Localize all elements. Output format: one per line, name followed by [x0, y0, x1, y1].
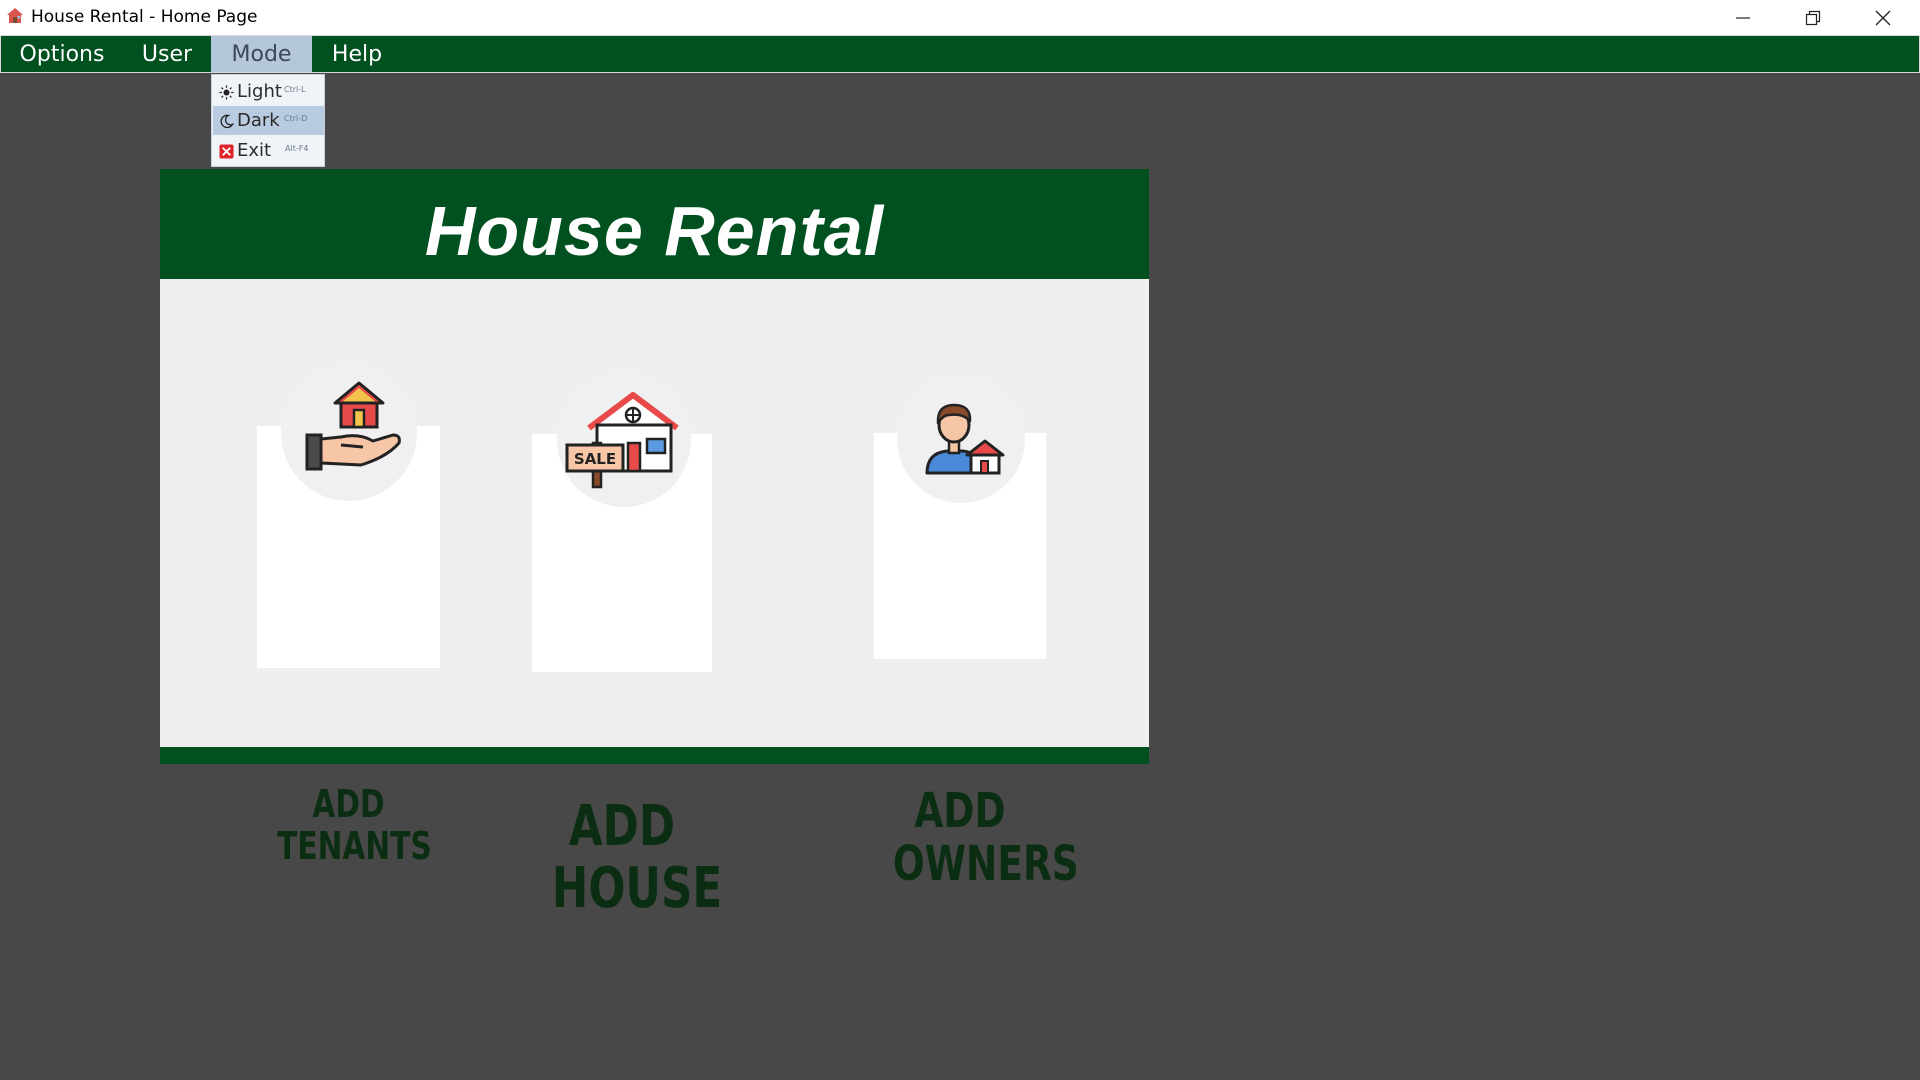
- close-window-button[interactable]: [1850, 0, 1916, 35]
- minimize-button[interactable]: [1710, 0, 1776, 35]
- add-house-label: ADD HOUSE: [551, 794, 723, 921]
- house-app-icon: [7, 8, 23, 23]
- add-house-icon-circle[interactable]: SALE: [557, 373, 691, 507]
- mode-dropdown-menu: Light Ctrl-L Dark Ctrl-D Exit Alt-F4: [211, 74, 325, 167]
- moon-icon: [220, 114, 234, 129]
- menu-item-dark-shortcut: Ctrl-D: [284, 114, 308, 123]
- restore-icon: [1805, 10, 1821, 25]
- home-panel: House Rental ADD TENANTS ADD HOUSE SALE …: [160, 169, 1149, 919]
- house-sale-icon: SALE: [565, 392, 679, 489]
- sun-icon: [219, 85, 234, 100]
- add-house-label-line2: HOUSE: [551, 855, 723, 921]
- add-tenants-icon-circle[interactable]: [281, 365, 417, 501]
- menu-item-light[interactable]: Light Ctrl-L: [213, 77, 324, 106]
- title-bar: House Rental - Home Page: [0, 0, 1920, 35]
- hand-house-icon: [305, 381, 401, 471]
- menu-item-exit-shortcut: Alt-F4: [285, 144, 309, 153]
- add-owners-icon-circle[interactable]: [897, 375, 1025, 503]
- menu-options[interactable]: Options: [1, 36, 123, 72]
- panel-footer: [160, 747, 1149, 764]
- window-title: House Rental - Home Page: [31, 7, 258, 27]
- add-owners-label-line1: ADD: [914, 783, 1006, 839]
- add-tenants-label-line2: TENANTS: [277, 823, 432, 868]
- menu-item-exit-label: Exit: [237, 140, 272, 161]
- menu-user[interactable]: User: [123, 36, 211, 72]
- menu-item-exit[interactable]: Exit Alt-F4: [213, 136, 324, 165]
- add-owners-label-line2: OWNERS: [892, 835, 1079, 892]
- menu-help[interactable]: Help: [312, 36, 402, 72]
- add-tenants-label: ADD TENANTS: [277, 782, 432, 868]
- close-icon: [1875, 10, 1891, 25]
- restore-button[interactable]: [1780, 0, 1846, 35]
- menu-item-light-shortcut: Ctrl-L: [284, 85, 306, 94]
- menu-item-light-label: Light: [237, 81, 282, 102]
- menu-mode[interactable]: Mode: [211, 36, 312, 72]
- menu-bar: Options User Mode Help: [0, 35, 1920, 73]
- close-red-icon: [219, 144, 234, 159]
- panel-header: House Rental: [160, 169, 1149, 279]
- svg-text:SALE: SALE: [574, 450, 616, 468]
- minimize-icon: [1736, 16, 1750, 19]
- page-title: House Rental: [424, 192, 885, 270]
- owner-house-icon: [925, 403, 1005, 475]
- menu-item-dark-label: Dark: [237, 110, 280, 131]
- add-owners-label: ADD OWNERS: [892, 783, 1079, 892]
- add-house-label-line1: ADD: [568, 794, 676, 859]
- add-tenants-label-line1: ADD: [312, 782, 385, 826]
- menu-item-dark[interactable]: Dark Ctrl-D: [213, 106, 324, 135]
